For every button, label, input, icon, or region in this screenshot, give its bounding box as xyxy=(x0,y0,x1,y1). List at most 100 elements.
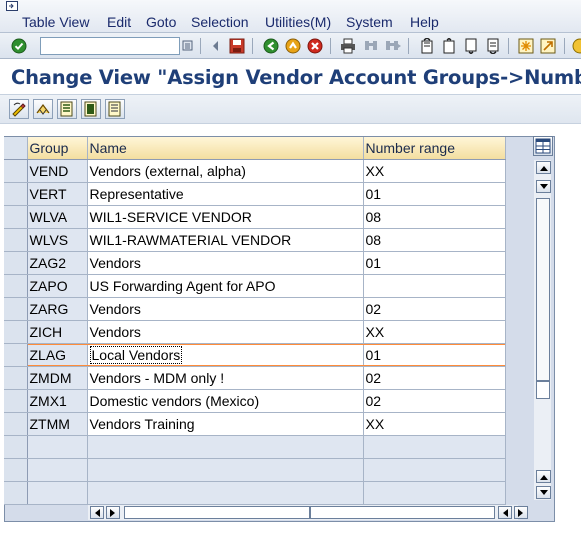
vertical-scroll-track[interactable] xyxy=(536,198,550,381)
first-page-icon[interactable] xyxy=(418,37,435,54)
help-icon[interactable] xyxy=(571,37,581,54)
number-range-field[interactable]: XX xyxy=(363,320,506,344)
enter-icon[interactable] xyxy=(10,37,27,54)
column-header-name[interactable]: Name xyxy=(87,137,364,160)
find-icon[interactable] xyxy=(362,37,379,54)
number-range-field[interactable]: XX xyxy=(363,159,506,183)
vertical-scroll-thumb[interactable] xyxy=(536,381,550,399)
row-selector[interactable] xyxy=(4,251,28,275)
application-toolbar xyxy=(0,94,581,124)
scroll-down-icon[interactable] xyxy=(536,486,551,499)
name-field[interactable]: Vendors Training xyxy=(87,412,364,436)
row-selector[interactable] xyxy=(4,159,28,183)
command-field[interactable] xyxy=(40,37,180,55)
row-selector[interactable] xyxy=(4,343,28,367)
column-header-group[interactable]: Group xyxy=(27,137,88,160)
number-range-field[interactable]: 02 xyxy=(363,297,506,321)
next-page-icon[interactable] xyxy=(462,37,479,54)
number-range-field[interactable]: 01 xyxy=(363,182,506,206)
previous-page-icon[interactable] xyxy=(440,37,457,54)
row-selector[interactable] xyxy=(4,389,28,413)
page-down-icon[interactable] xyxy=(536,470,551,483)
page-left-icon[interactable] xyxy=(498,506,512,519)
menu-system[interactable]: System xyxy=(346,13,393,31)
number-range-field[interactable]: 01 xyxy=(363,251,506,275)
back-icon[interactable] xyxy=(262,37,279,54)
row-selector[interactable] xyxy=(4,481,28,505)
name-field[interactable]: Vendors - MDM only ! xyxy=(87,366,364,390)
shortcut-icon[interactable] xyxy=(539,37,556,54)
name-field xyxy=(87,435,364,459)
select-all-icon[interactable] xyxy=(81,99,101,119)
name-field[interactable]: Vendors xyxy=(87,251,364,275)
number-range-field xyxy=(363,481,506,505)
number-range-field[interactable]: 01 xyxy=(363,343,506,367)
menu-bar: Table View Edit Goto Selection Utilities… xyxy=(0,0,581,33)
other-entry-icon[interactable] xyxy=(33,99,53,119)
display-change-icon[interactable] xyxy=(9,99,29,119)
horizontal-scroll-track[interactable] xyxy=(310,506,495,519)
number-range-field[interactable]: 02 xyxy=(363,389,506,413)
find-next-icon[interactable] xyxy=(384,37,401,54)
number-range-field[interactable]: 08 xyxy=(363,205,506,229)
command-history-icon[interactable] xyxy=(182,38,194,53)
name-field[interactable]: US Forwarding Agent for APO xyxy=(87,274,364,298)
row-selector[interactable] xyxy=(4,366,28,390)
row-selector[interactable] xyxy=(4,274,28,298)
name-field[interactable]: Representative xyxy=(87,182,364,206)
menu-utilities[interactable]: Utilities(M) xyxy=(265,13,331,31)
row-selector[interactable] xyxy=(4,205,28,229)
page-up-icon[interactable] xyxy=(536,180,551,193)
name-field[interactable]: Domestic vendors (Mexico) xyxy=(87,389,364,413)
horizontal-scroll-thumb[interactable] xyxy=(124,506,310,519)
row-selector[interactable] xyxy=(4,412,28,436)
row-selector[interactable] xyxy=(4,182,28,206)
scroll-left-icon[interactable] xyxy=(90,506,104,519)
system-menu-icon[interactable] xyxy=(6,1,19,12)
toolbar-separator xyxy=(200,38,201,54)
menu-help[interactable]: Help xyxy=(410,13,439,31)
name-field[interactable]: Local Vendors xyxy=(87,343,364,367)
collapse-arrow-icon[interactable] xyxy=(207,37,224,54)
name-field[interactable]: WIL1-RAWMATERIAL VENDOR xyxy=(87,228,364,252)
last-page-icon[interactable] xyxy=(484,37,501,54)
name-field[interactable]: WIL1-SERVICE VENDOR xyxy=(87,205,364,229)
table-settings-icon[interactable] xyxy=(533,136,553,156)
number-range-field[interactable]: XX xyxy=(363,412,506,436)
column-header-number-range[interactable]: Number range xyxy=(363,137,506,160)
page-right-icon[interactable] xyxy=(106,506,120,519)
select-all-rows-cell[interactable] xyxy=(4,137,28,160)
row-selector[interactable] xyxy=(4,228,28,252)
row-selector[interactable] xyxy=(4,297,28,321)
toolbar-separator xyxy=(408,38,409,54)
number-range-field[interactable]: 02 xyxy=(363,366,506,390)
toolbar-separator xyxy=(564,38,565,54)
menu-goto[interactable]: Goto xyxy=(146,13,176,31)
number-range-field[interactable]: 08 xyxy=(363,228,506,252)
name-field[interactable]: Vendors (external, alpha) xyxy=(87,159,364,183)
details-icon[interactable] xyxy=(57,99,77,119)
row-selector[interactable] xyxy=(4,435,28,459)
deselect-all-icon[interactable] xyxy=(105,99,125,119)
title-bar: Change View "Assign Vendor Account Group… xyxy=(0,60,581,94)
menu-edit[interactable]: Edit xyxy=(107,13,131,31)
toolbar-separator xyxy=(508,38,509,54)
exit-icon[interactable] xyxy=(284,37,301,54)
page-title: Change View "Assign Vendor Account Group… xyxy=(11,66,581,89)
row-selector[interactable] xyxy=(4,320,28,344)
cancel-icon[interactable] xyxy=(306,37,323,54)
menu-table-view[interactable]: Table View xyxy=(22,13,89,31)
row-selector[interactable] xyxy=(4,458,28,482)
group-cell xyxy=(27,435,88,459)
group-cell: ZAPO xyxy=(27,274,88,298)
name-field[interactable]: Vendors xyxy=(87,297,364,321)
name-field[interactable]: Vendors xyxy=(87,320,364,344)
menu-selection[interactable]: Selection xyxy=(191,13,249,31)
scroll-right-icon[interactable] xyxy=(514,506,528,519)
print-icon[interactable] xyxy=(339,37,356,54)
create-session-icon[interactable] xyxy=(517,37,534,54)
number-range-field[interactable] xyxy=(363,274,506,298)
scroll-up-icon[interactable] xyxy=(536,161,551,174)
save-icon[interactable] xyxy=(228,37,245,54)
group-cell: ZMDM xyxy=(27,366,88,390)
